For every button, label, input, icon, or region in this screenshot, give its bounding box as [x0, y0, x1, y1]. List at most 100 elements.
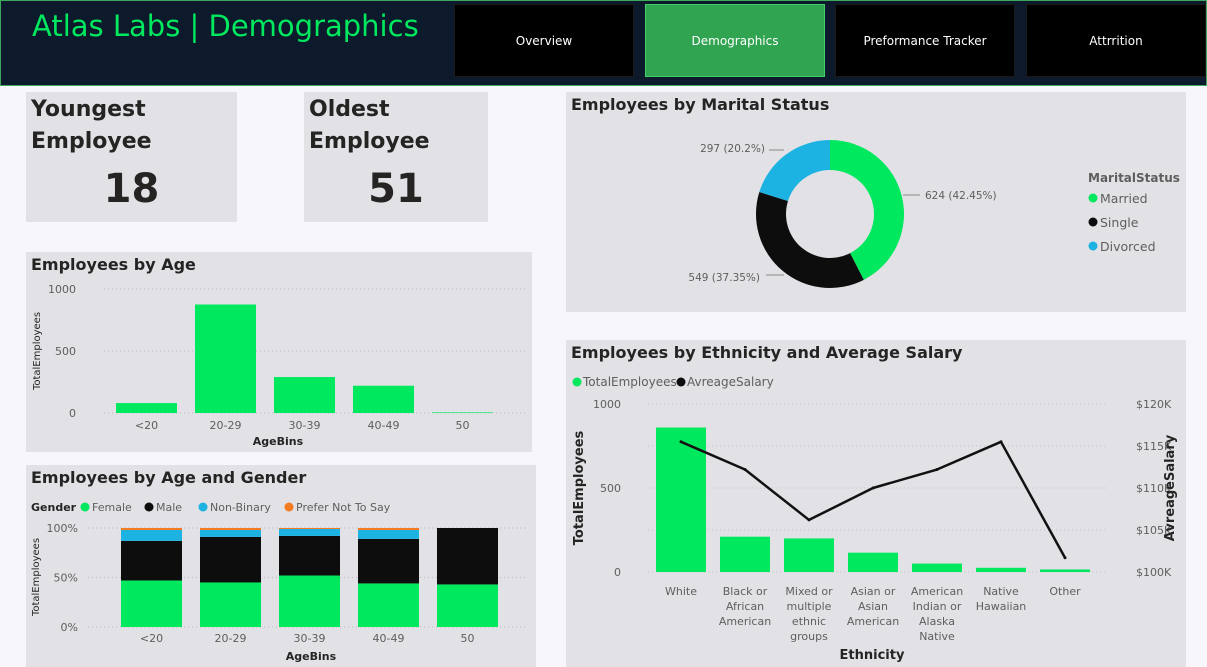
- legend-label: Single: [1100, 215, 1139, 230]
- donut-slice: [759, 140, 830, 201]
- x-tick-label: African: [726, 600, 764, 613]
- x-axis-title: Ethnicity: [840, 648, 905, 663]
- age-bar: [432, 412, 493, 413]
- x-tick-label: White: [665, 585, 697, 598]
- stacked-bar-segment: [121, 580, 182, 627]
- youngest-employee-card: Youngest Employee 18: [26, 92, 237, 222]
- salary-point: [935, 468, 939, 472]
- age-bar: [195, 304, 256, 413]
- tab-performance-tracker[interactable]: Preformance Tracker: [835, 4, 1015, 77]
- salary-point: [679, 440, 683, 444]
- x-tick-label: American: [911, 585, 963, 598]
- y-axis-title: TotalEmployees: [31, 538, 42, 617]
- stacked-bar-segment: [200, 582, 261, 627]
- y2-axis-title: AvreageSalary: [1163, 434, 1178, 541]
- y-tick-label: 0%: [61, 621, 78, 634]
- y-tick-label: 500: [600, 482, 621, 495]
- page-title: Atlas Labs | Demographics: [32, 9, 419, 43]
- ethnicity-combo-chart: TotalEmployees AvreageSalary 0 500 1000 $100K…: [572, 375, 1178, 663]
- ethnicity-chart-card: Employees by Ethnicity and Average Salar…: [566, 340, 1186, 667]
- marital-donut-chart: 624 (42.45%) 549 (37.35%) 297 (20.2%) Marit…: [688, 140, 1180, 288]
- x-tick-label: Asian or: [851, 585, 896, 598]
- age-gender-stacked-chart: Gender Female Male Non-Binary Prefer Not To …: [31, 501, 526, 663]
- age-bar: [353, 385, 414, 413]
- stacked-bar-segment: [279, 528, 340, 529]
- youngest-employee-value: 18: [103, 166, 160, 212]
- legend-label: AvreageSalary: [687, 375, 774, 389]
- legend-marker: [1088, 193, 1098, 203]
- age-gender-chart-card: Employees by Age and Gender Gender Female…: [26, 465, 536, 667]
- age-bar-chart: 0 500 1000 <20 20-29 30-39 40-49 50 AgeBins Total…: [32, 283, 526, 448]
- tab-attrition[interactable]: Attrrition: [1026, 4, 1206, 77]
- legend-marker: [144, 502, 154, 512]
- x-tick-label: Asian: [858, 600, 888, 613]
- legend-label: TotalEmployees: [582, 375, 677, 389]
- x-tick-label: groups: [790, 630, 828, 643]
- tab-overview[interactable]: Overview: [454, 4, 634, 77]
- x-tick-label: <20: [135, 419, 158, 432]
- oldest-employee-label: Oldest Employee: [309, 94, 430, 158]
- legend-marker: [676, 377, 686, 387]
- x-tick-label: Indian or: [913, 600, 962, 613]
- x-tick-label: Alaska: [919, 615, 955, 628]
- stacked-bar-segment: [200, 529, 261, 537]
- stacked-bar-segment: [200, 528, 261, 530]
- oldest-employee-value: 51: [368, 166, 424, 212]
- stacked-bar-segment: [358, 538, 419, 584]
- ethnicity-bar: [976, 567, 1026, 572]
- x-tick-label: Hawaiian: [976, 600, 1027, 613]
- ethnicity-bar: [1040, 569, 1090, 572]
- legend-title: Gender: [31, 501, 77, 514]
- stacked-bar-segment: [279, 535, 340, 576]
- y-tick-label: 1000: [48, 283, 76, 296]
- x-tick-label: 30-39: [294, 632, 326, 645]
- legend-title: MaritalStatus: [1088, 171, 1180, 185]
- tab-demographics[interactable]: Demographics: [645, 4, 825, 77]
- x-tick-label: 40-49: [368, 419, 400, 432]
- stacked-bar-segment: [358, 528, 419, 530]
- x-tick-label: American: [847, 615, 899, 628]
- donut-data-label: 549 (37.35%): [688, 272, 760, 284]
- stacked-bar-segment: [200, 536, 261, 583]
- kpi-label-line1: Oldest: [309, 97, 390, 122]
- y-tick-label: 0: [614, 566, 621, 579]
- stacked-bar-segment: [358, 583, 419, 627]
- legend-marker: [284, 502, 294, 512]
- y-axis-title: TotalEmployees: [572, 431, 587, 546]
- x-tick-label: 50: [456, 419, 470, 432]
- kpi-label-line2: Employee: [309, 129, 430, 154]
- legend-label: Non-Binary: [210, 501, 271, 514]
- y-tick-label: 50%: [54, 572, 78, 585]
- y-tick-label: 100%: [47, 522, 78, 535]
- legend-label: Male: [156, 501, 182, 514]
- salary-point: [807, 518, 811, 522]
- x-tick-label: ethnic: [792, 615, 826, 628]
- legend-marker: [198, 502, 208, 512]
- stacked-bar-segment: [121, 540, 182, 581]
- y-axis-title: TotalEmployees: [32, 312, 43, 391]
- stacked-bar-segment: [358, 529, 419, 539]
- legend-label: Married: [1100, 191, 1148, 206]
- kpi-label-line2: Employee: [31, 129, 152, 154]
- x-tick-label: 20-29: [215, 632, 247, 645]
- y-tick-label: 1000: [593, 398, 621, 411]
- legend-label: Prefer Not To Say: [296, 501, 391, 514]
- x-tick-label: 50: [461, 632, 475, 645]
- x-tick-label: <20: [140, 632, 163, 645]
- legend-marker: [1088, 217, 1098, 227]
- oldest-employee-card: Oldest Employee 51: [304, 92, 488, 222]
- age-chart-card: Employees by Age 0 500 1000 <20 20-29 30-39 40…: [26, 252, 532, 452]
- donut-slice: [756, 192, 864, 288]
- stacked-bar-segment: [121, 528, 182, 530]
- x-tick-label: multiple: [787, 600, 832, 613]
- ethnicity-bar: [720, 536, 770, 572]
- marital-chart-card: Employees by Marital Status 624 (42.45%)…: [566, 92, 1186, 312]
- age-bar: [116, 403, 177, 413]
- x-axis-title: AgeBins: [253, 435, 304, 448]
- y-tick-label: 0: [69, 407, 76, 420]
- y2-tick-label: $100K: [1136, 566, 1172, 579]
- x-tick-label: Other: [1049, 585, 1081, 598]
- salary-point: [1063, 556, 1067, 560]
- y-tick-label: 500: [55, 345, 76, 358]
- stacked-bar-segment: [121, 529, 182, 541]
